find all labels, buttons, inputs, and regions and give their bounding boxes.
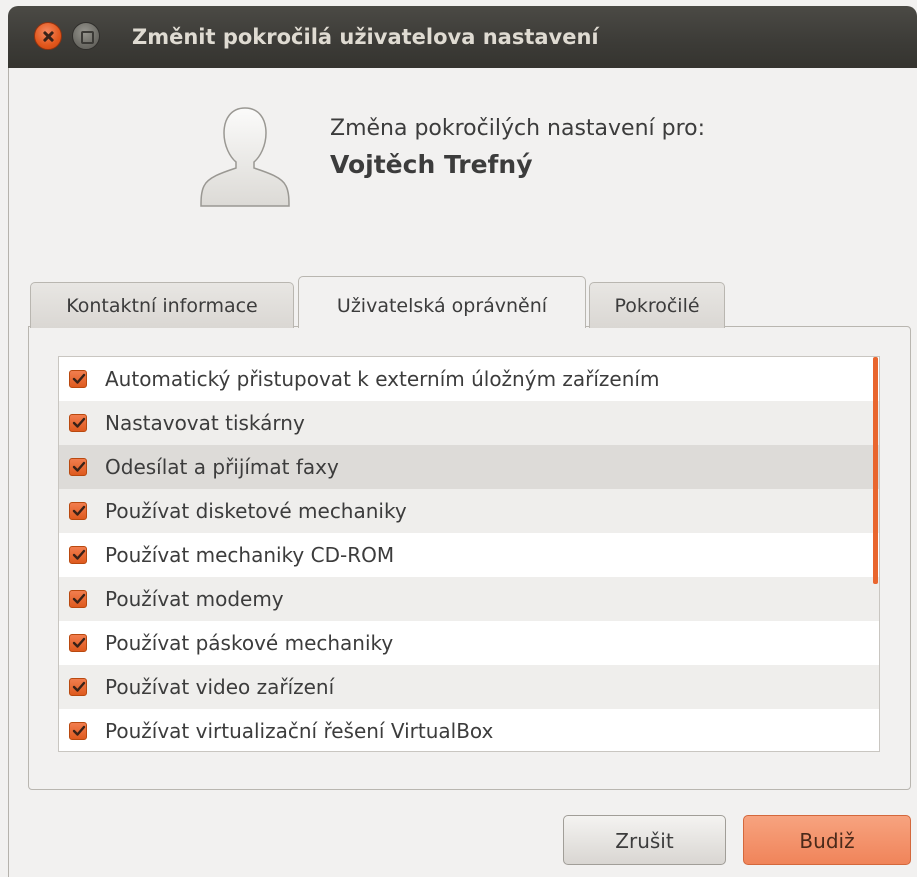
list-item[interactable]: Používat modemy [59, 577, 879, 621]
list-scrollbar[interactable] [873, 357, 878, 584]
tab-user-permissions[interactable]: Uživatelská oprávnění [298, 276, 586, 328]
checkbox-checked-icon[interactable] [69, 634, 87, 652]
close-window-icon[interactable] [34, 22, 62, 50]
header-subtitle: Změna pokročilých nastavení pro: [330, 116, 706, 141]
ok-button[interactable]: Budiž [743, 815, 911, 865]
list-item-label: Nastavovat tiskárny [105, 411, 305, 435]
checkbox-checked-icon[interactable] [69, 546, 87, 564]
list-item[interactable]: Používat disketové mechaniky [59, 489, 879, 533]
header-username: Vojtěch Trefný [330, 150, 533, 179]
list-item[interactable]: Automatický přistupovat k externím úložn… [59, 357, 879, 401]
checkbox-checked-icon[interactable] [69, 414, 87, 432]
checkbox-checked-icon[interactable] [69, 458, 87, 476]
list-item-label: Používat páskové mechaniky [105, 631, 394, 655]
titlebar: Změnit pokročilá uživatelova nastavení [8, 6, 917, 68]
list-item[interactable]: Používat virtualizační řešení VirtualBox [59, 709, 879, 751]
list-item-label: Odesílat a přijímat faxy [105, 455, 339, 479]
user-avatar-icon [200, 107, 290, 207]
checkbox-checked-icon[interactable] [69, 370, 87, 388]
list-item-label: Používat mechaniky CD-ROM [105, 543, 395, 567]
list-item-label: Používat virtualizační řešení VirtualBox [105, 719, 494, 743]
minimize-window-icon[interactable] [72, 22, 100, 50]
list-item-label: Automatický přistupovat k externím úložn… [105, 367, 660, 391]
checkbox-checked-icon[interactable] [69, 502, 87, 520]
list-item-label: Používat video zařízení [105, 675, 335, 699]
checkbox-checked-icon[interactable] [69, 590, 87, 608]
list-item[interactable]: Odesílat a přijímat faxy [59, 445, 879, 489]
list-item[interactable]: Nastavovat tiskárny [59, 401, 879, 445]
tab-contact-info[interactable]: Kontaktní informace [30, 282, 294, 328]
cancel-button[interactable]: Zrušit [563, 815, 726, 865]
list-item[interactable]: Používat páskové mechaniky [59, 621, 879, 665]
list-item[interactable]: Používat video zařízení [59, 665, 879, 709]
list-item-label: Používat modemy [105, 587, 284, 611]
list-item[interactable]: Používat mechaniky CD-ROM [59, 533, 879, 577]
window-border [8, 68, 9, 877]
tab-advanced[interactable]: Pokročilé [589, 282, 725, 328]
checkbox-checked-icon[interactable] [69, 722, 87, 740]
list-item-label: Používat disketové mechaniky [105, 499, 407, 523]
checkbox-checked-icon[interactable] [69, 678, 87, 696]
permissions-list: Automatický přistupovat k externím úložn… [58, 356, 880, 752]
window-title: Změnit pokročilá uživatelova nastavení [132, 25, 599, 49]
dialog-window: Změnit pokročilá uživatelova nastavení Z… [0, 0, 917, 877]
